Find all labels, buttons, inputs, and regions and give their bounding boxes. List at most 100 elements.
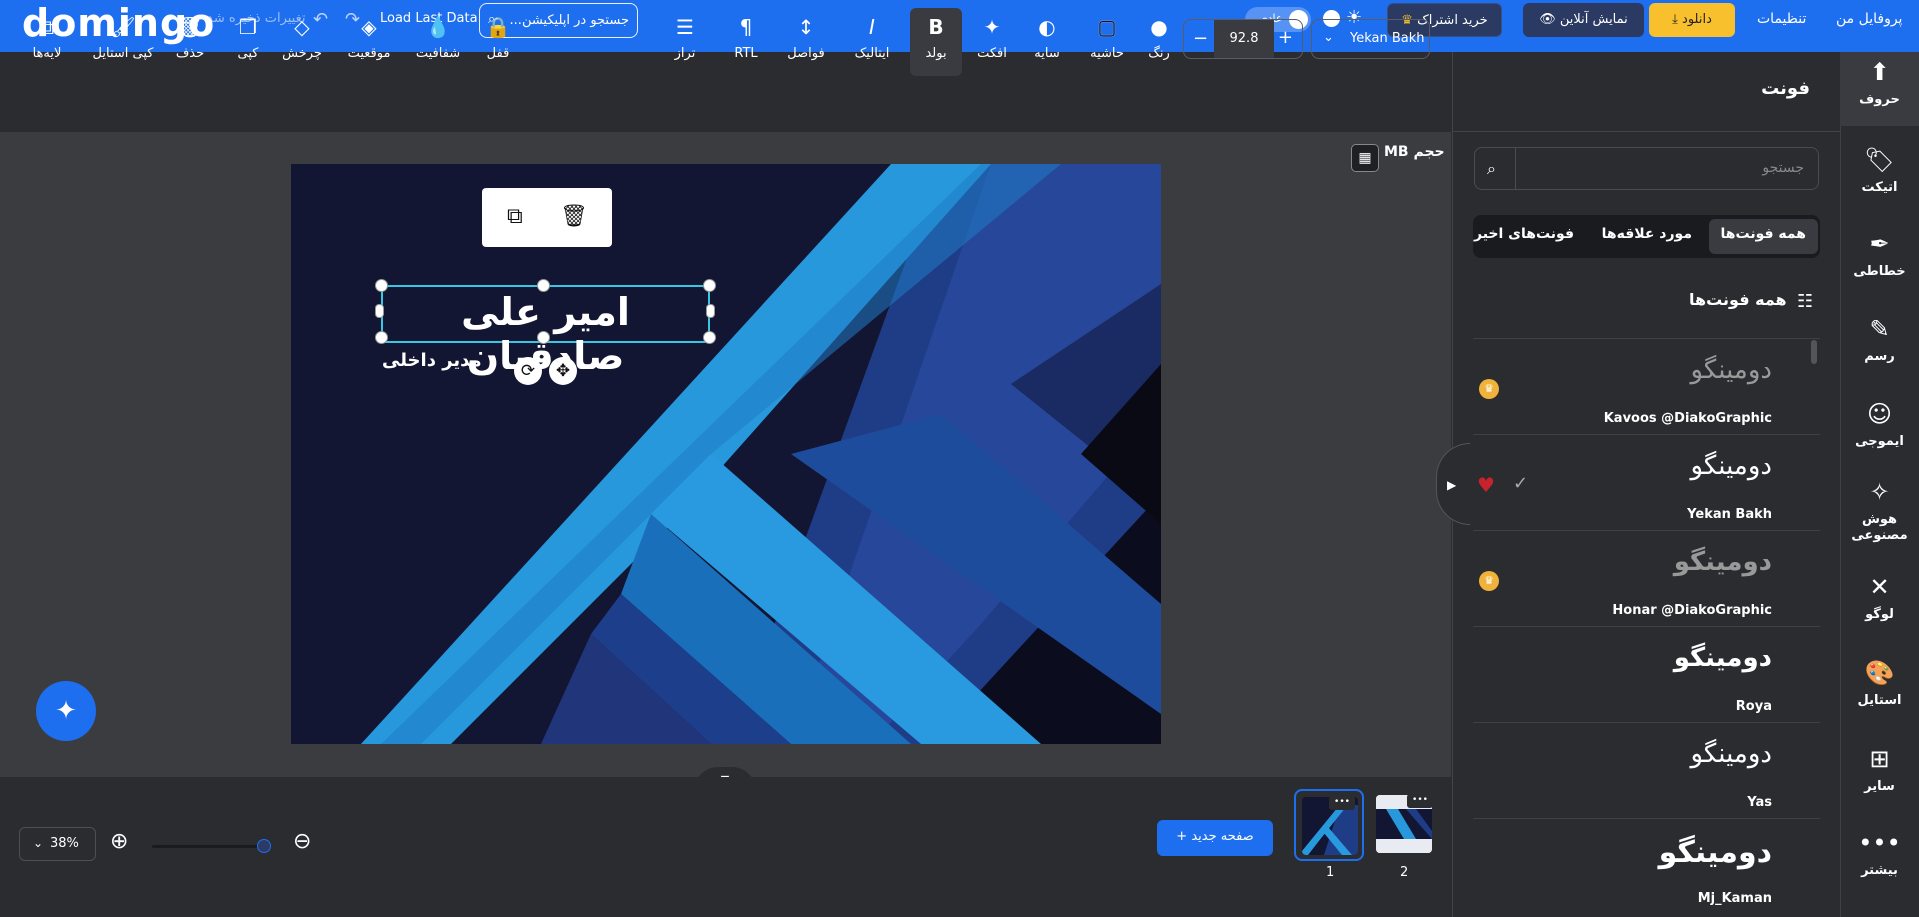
rail-item-pencil[interactable]: ✎ رسم — [1840, 315, 1919, 365]
font-list-item[interactable]: دومینگو Mj_Kaman — [1473, 818, 1820, 914]
rail-item-label: هوش مصنوعی — [1851, 512, 1908, 543]
trash-icon[interactable]: 🗑 — [560, 204, 588, 229]
tag-icon: 🏷 — [1864, 146, 1895, 174]
more-icon[interactable]: ••• — [1407, 794, 1433, 808]
resize-handle-left[interactable] — [375, 304, 384, 318]
tool-color[interactable]: ● رنگ — [1133, 14, 1185, 61]
live-preview-button[interactable]: 👁 نمایش آنلاین — [1523, 3, 1644, 37]
minus-icon[interactable]: − — [1193, 28, 1208, 49]
magic-wand-button[interactable]: ✦ — [36, 681, 96, 741]
tool-rotate[interactable]: ◇ چرخش — [276, 14, 328, 61]
tool-italic[interactable]: I ایتالیک — [846, 14, 898, 61]
zoom-in-icon[interactable]: ⊕ — [110, 829, 128, 854]
page-thumbnail-2[interactable]: ••• — [1370, 789, 1440, 861]
resize-handle-bl[interactable] — [375, 331, 388, 344]
tool-label: افکت — [977, 46, 1007, 61]
resize-handle-br[interactable] — [703, 331, 716, 344]
zoom-out-icon[interactable]: ⊖ — [293, 829, 311, 854]
tab-favorites[interactable]: مورد علاقه‌ها — [1602, 226, 1692, 242]
section-title: همه فونت‌ها — [1689, 290, 1787, 309]
tool-shadow[interactable]: ◐ سایه — [1021, 14, 1073, 61]
tool-copy[interactable]: ❐ کپی — [222, 14, 274, 61]
settings-link[interactable]: تنظیمات — [1757, 11, 1806, 27]
resize-handle-bottom[interactable] — [537, 331, 550, 344]
subtitle-text[interactable]: مدیر داخلی — [382, 350, 482, 371]
tool-label: تراز — [674, 46, 696, 61]
tab-all-fonts[interactable]: همه فونت‌ها — [1708, 219, 1818, 254]
design-page[interactable] — [291, 164, 1161, 744]
divider — [1452, 131, 1840, 132]
tool-spacing[interactable]: ↕ فواصل — [780, 14, 832, 61]
tool-rtl[interactable]: ¶ RTL — [720, 14, 772, 61]
profile-link[interactable]: پروفایل من — [1836, 11, 1902, 27]
tool-brush[interactable]: 🖌 کپی استایل — [83, 14, 163, 61]
tool-label: فواصل — [787, 46, 825, 61]
resize-handle-tl[interactable] — [375, 279, 388, 292]
rail-item-tag[interactable]: 🏷 اتیکت — [1840, 146, 1919, 196]
download-button[interactable]: ⤓ دانلود — [1649, 3, 1735, 37]
shadow-icon: ◐ — [1038, 15, 1056, 39]
tool-label: موقعیت — [347, 46, 391, 61]
calculator-icon[interactable]: ▦ — [1351, 144, 1379, 172]
more-icon[interactable]: ••• — [1329, 796, 1355, 810]
download-label: دانلود — [1682, 12, 1712, 27]
tool-layers[interactable]: ⧉ لایه‌ها — [21, 14, 73, 61]
zoom-select[interactable]: ⌄ 38% — [19, 827, 96, 861]
tool-lock[interactable]: 🔒 قفل — [472, 14, 524, 61]
font-list-item[interactable]: دومینگو Yekan Bakh ♥ ✓ — [1473, 434, 1820, 530]
font-sample: دومینگو — [1658, 835, 1772, 870]
font-size-stepper[interactable]: − 92.8 + — [1183, 19, 1303, 59]
tool-border[interactable]: ▢ حاشیه — [1081, 14, 1133, 61]
more-icon: ••• — [1858, 829, 1901, 857]
new-page-button[interactable]: صفحه جدید + — [1157, 820, 1273, 856]
rail-item-grid-plus[interactable]: ⊞ سایر — [1840, 745, 1919, 795]
zoom-slider-thumb[interactable] — [257, 839, 271, 853]
panel-title: فونت — [1761, 78, 1810, 99]
rail-item-feather[interactable]: ✒ خطاطی — [1840, 230, 1919, 280]
new-page-label: صفحه جدید — [1191, 829, 1254, 844]
font-sample: دومینگو — [1673, 643, 1772, 673]
rail-item-text[interactable]: ⬆ حروف — [1840, 58, 1919, 108]
tool-align[interactable]: ☰ تراز — [659, 14, 711, 61]
tool-effect[interactable]: ✦ افکت — [966, 14, 1018, 61]
rotate-handle-icon[interactable]: ⟳ — [514, 357, 542, 385]
resize-handle-right[interactable] — [706, 304, 715, 318]
page-thumbnail-1[interactable]: ••• — [1294, 789, 1364, 861]
rail-item-logo-shapes[interactable]: ✕ لوگو — [1840, 573, 1919, 623]
rail-item-label: اتیکت — [1861, 180, 1898, 195]
download-icon: ⤓ — [1672, 12, 1683, 27]
move-handle-icon[interactable]: ✥ — [549, 357, 577, 385]
tool-bold[interactable]: B بولد — [910, 8, 962, 76]
tool-opacity[interactable]: 💧 شفافیت — [412, 14, 464, 61]
resize-handle-top[interactable] — [537, 279, 550, 292]
font-list-item[interactable]: دومینگو Yas — [1473, 722, 1820, 818]
tool-label: حذف — [175, 46, 205, 61]
divider — [1515, 148, 1516, 189]
tab-recent-fonts[interactable]: فونت‌های اخیر — [1474, 226, 1574, 242]
rail-item-palette[interactable]: 🎨 استایل — [1840, 659, 1919, 709]
rail-item-more[interactable]: ••• بیشتر — [1840, 829, 1919, 879]
page-number-2: 2 — [1400, 865, 1409, 880]
font-family-select[interactable]: ⌄ Yekan Bakh — [1311, 19, 1430, 59]
search-icon[interactable]: ⌕ — [1487, 159, 1496, 179]
zoom-slider[interactable] — [152, 839, 271, 853]
tool-label: کپی — [237, 46, 259, 61]
tool-label: لایه‌ها — [32, 46, 62, 61]
resize-handle-tr[interactable] — [703, 279, 716, 292]
text-toolbar — [0, 52, 1451, 132]
tool-trash[interactable]: 🗑 حذف — [164, 14, 216, 61]
font-search-input[interactable]: جستجو ⌕ — [1474, 147, 1819, 190]
font-list-item[interactable]: دومینگو Roya — [1473, 626, 1820, 722]
font-list-item[interactable]: دومینگو Kavoos @DiakoGraphic ♛ — [1473, 338, 1820, 434]
rail-item-emoji[interactable]: ☺ ایموجی — [1840, 400, 1919, 450]
font-list-item[interactable]: دومینگو Honar @DiakoGraphic ♛ — [1473, 530, 1820, 626]
font-size-value[interactable]: 92.8 — [1214, 20, 1274, 58]
rail-item-magic-wand[interactable]: ✧ هوش مصنوعی — [1840, 478, 1919, 544]
selected-check-icon: ✓ — [1513, 473, 1529, 494]
duplicate-icon[interactable]: ⧉ — [507, 204, 523, 229]
plus-icon[interactable]: + — [1278, 27, 1293, 48]
rail-item-label: استایل — [1857, 693, 1902, 708]
tool-position[interactable]: ◈ موقعیت — [343, 14, 395, 61]
font-sample: دومینگو — [1690, 451, 1772, 481]
favorite-heart-icon[interactable]: ♥ — [1477, 473, 1495, 497]
